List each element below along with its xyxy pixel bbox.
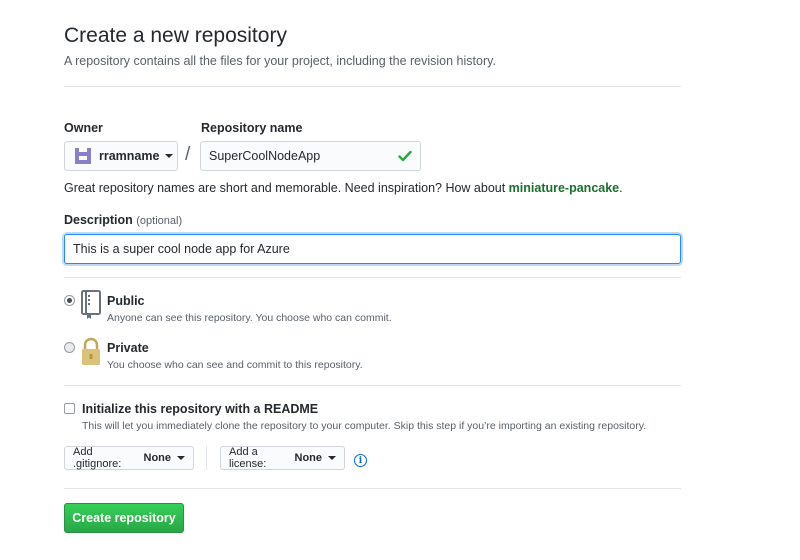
repository-name-label: Repository name bbox=[201, 121, 303, 135]
license-label: Add a license: bbox=[229, 446, 267, 470]
private-description: You choose who can see and commit to thi… bbox=[107, 359, 363, 371]
repo-book-icon bbox=[81, 290, 101, 319]
chevron-down-icon bbox=[177, 456, 185, 460]
description-label-text: Description bbox=[64, 213, 133, 227]
license-value: None bbox=[294, 452, 323, 464]
lock-icon bbox=[82, 337, 100, 365]
readme-description: This will let you immediately clone the … bbox=[82, 420, 647, 432]
visibility-divider bbox=[64, 385, 681, 386]
page-title: Create a new repository bbox=[64, 24, 287, 47]
owner-select-button[interactable]: rramname bbox=[64, 141, 178, 171]
page-subtitle: A repository contains all the files for … bbox=[64, 54, 496, 68]
description-label: Description (optional) bbox=[64, 213, 182, 227]
footer-divider bbox=[64, 488, 681, 489]
gitignore-select-button[interactable]: Add .gitignore: None bbox=[64, 446, 194, 470]
description-optional: (optional) bbox=[136, 215, 183, 227]
private-radio[interactable] bbox=[64, 342, 75, 353]
select-separator bbox=[206, 446, 207, 470]
public-title: Public bbox=[107, 294, 145, 308]
description-input[interactable] bbox=[64, 234, 681, 264]
name-hint-end: . bbox=[619, 181, 623, 195]
owner-avatar-icon bbox=[75, 148, 91, 164]
gitignore-value: None bbox=[143, 452, 172, 464]
repository-name-field bbox=[200, 141, 421, 171]
public-radio[interactable] bbox=[64, 295, 75, 306]
owner-label: Owner bbox=[64, 121, 103, 135]
gitignore-label: Add .gitignore: bbox=[73, 446, 122, 470]
private-title: Private bbox=[107, 341, 149, 355]
license-select-button[interactable]: Add a license: None bbox=[220, 446, 345, 470]
name-hint: Great repository names are short and mem… bbox=[64, 181, 623, 195]
readme-checkbox[interactable] bbox=[64, 403, 75, 414]
readme-title: Initialize this repository with a README bbox=[82, 402, 319, 416]
info-icon[interactable]: i bbox=[354, 454, 367, 467]
check-icon bbox=[398, 150, 412, 162]
description-divider bbox=[64, 277, 681, 278]
header-divider bbox=[64, 86, 681, 87]
chevron-down-icon bbox=[328, 456, 336, 460]
name-suggestion-link[interactable]: miniature-pancake bbox=[509, 181, 619, 195]
chevron-down-icon bbox=[165, 154, 174, 158]
name-hint-text: Great repository names are short and mem… bbox=[64, 181, 509, 195]
create-repository-button[interactable]: Create repository bbox=[64, 503, 184, 533]
public-description: Anyone can see this repository. You choo… bbox=[107, 312, 392, 324]
repository-name-input[interactable] bbox=[201, 142, 391, 170]
owner-name: rramname bbox=[99, 149, 160, 163]
owner-repo-separator: / bbox=[185, 144, 191, 165]
